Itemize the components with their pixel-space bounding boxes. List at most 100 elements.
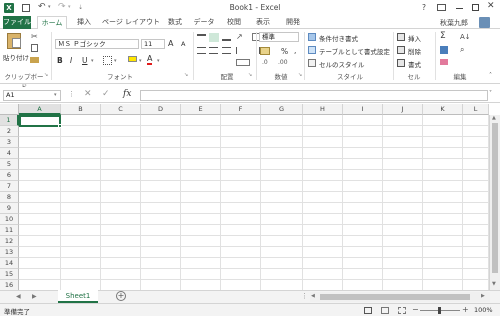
scroll-sheets-left-icon[interactable]: ◀ <box>16 293 21 300</box>
formula-input[interactable] <box>140 90 488 101</box>
column-header[interactable]: G <box>261 104 303 115</box>
delete-cells-button[interactable]: 削除 <box>408 46 421 56</box>
column-header[interactable]: H <box>303 104 343 115</box>
normal-view-icon[interactable] <box>364 307 372 314</box>
user-name[interactable]: 秋葉九郎 <box>440 18 468 28</box>
column-header[interactable]: I <box>343 104 383 115</box>
column-header[interactable]: C <box>101 104 141 115</box>
row-header[interactable]: 1 <box>0 115 19 126</box>
more-options-icon[interactable]: ⋮ <box>68 90 75 98</box>
borders-icon[interactable] <box>103 56 112 65</box>
fill-icon[interactable] <box>440 46 448 54</box>
increase-decimal-icon[interactable]: .0 <box>262 59 268 66</box>
expand-formula-bar-icon[interactable]: ˅ <box>489 90 492 97</box>
scroll-left-icon[interactable]: ◀ <box>311 293 315 299</box>
row-header[interactable]: 14 <box>0 258 19 269</box>
font-color-button[interactable]: A <box>147 54 153 65</box>
fill-color-icon[interactable] <box>128 56 137 62</box>
row-header[interactable]: 5 <box>0 159 19 170</box>
cell-styles-button[interactable]: セルのスタイル <box>319 59 365 69</box>
row-header[interactable]: 13 <box>0 247 19 258</box>
row-header[interactable]: 6 <box>0 170 19 181</box>
column-header[interactable]: D <box>141 104 181 115</box>
align-top-icon[interactable] <box>197 34 206 41</box>
clear-icon[interactable] <box>440 59 448 65</box>
comma-button[interactable]: , <box>294 46 296 55</box>
select-all-corner[interactable] <box>0 104 19 115</box>
tab-formulas[interactable]: 数式 <box>164 16 186 29</box>
percent-button[interactable]: % <box>281 47 288 56</box>
insert-function-button[interactable]: fx <box>123 89 131 99</box>
column-header[interactable]: A <box>19 104 61 115</box>
clipboard-launcher-icon[interactable]: ↘ <box>44 72 48 78</box>
maximize-icon[interactable] <box>472 4 479 11</box>
column-header[interactable]: E <box>181 104 221 115</box>
decrease-decimal-icon[interactable]: .00 <box>278 59 288 66</box>
redo-dropdown-icon[interactable]: ▾ <box>68 4 71 10</box>
shrink-font-button[interactable]: A <box>181 40 185 48</box>
autosum-icon[interactable]: Σ <box>440 31 446 41</box>
sort-filter-icon[interactable]: A↓ <box>460 33 471 41</box>
row-header[interactable]: 15 <box>0 269 19 280</box>
tab-page-layout[interactable]: ページ レイアウト <box>101 16 161 29</box>
ribbon-display-options-icon[interactable] <box>437 4 446 11</box>
row-header[interactable]: 16 <box>0 280 19 290</box>
italic-button[interactable]: I <box>70 56 72 65</box>
fill-color-dropdown-icon[interactable]: ▾ <box>139 58 142 64</box>
tab-review[interactable]: 校閲 <box>224 16 244 29</box>
cut-icon[interactable]: ✂ <box>31 32 38 41</box>
row-header[interactable]: 8 <box>0 192 19 203</box>
customize-toolbar-icon[interactable]: ⇣ <box>78 4 83 11</box>
merge-center-icon[interactable] <box>236 59 250 66</box>
row-header[interactable]: 4 <box>0 148 19 159</box>
sheet-bar-options-icon[interactable]: ⋮ <box>301 292 308 300</box>
column-header[interactable]: K <box>423 104 463 115</box>
fill-handle[interactable] <box>58 124 62 128</box>
save-icon[interactable] <box>22 4 30 12</box>
font-launcher-icon[interactable]: ↘ <box>184 72 188 78</box>
copy-icon[interactable] <box>31 44 38 52</box>
sheet-tab-sheet1[interactable]: Sheet1 <box>58 290 98 303</box>
scroll-down-icon[interactable]: ▼ <box>492 281 496 287</box>
scroll-right-icon[interactable]: ▶ <box>481 293 485 299</box>
row-header[interactable]: 11 <box>0 225 19 236</box>
bold-button[interactable]: B <box>57 56 63 65</box>
underline-button[interactable]: U <box>82 56 88 65</box>
page-break-view-icon[interactable] <box>398 307 406 314</box>
scroll-sheets-right-icon[interactable]: ▶ <box>32 293 37 300</box>
grow-font-button[interactable]: A <box>168 39 173 48</box>
align-right-icon[interactable] <box>222 47 231 54</box>
column-header[interactable]: B <box>61 104 101 115</box>
undo-icon[interactable]: ↶ <box>38 2 46 12</box>
tab-developer[interactable]: 開発 <box>283 16 303 29</box>
insert-cells-button[interactable]: 挿入 <box>408 33 421 43</box>
collapse-ribbon-icon[interactable]: ˄ <box>489 72 492 79</box>
scroll-up-icon[interactable]: ▲ <box>492 115 496 121</box>
tab-view[interactable]: 表示 <box>253 16 273 29</box>
selected-cell[interactable] <box>19 115 61 127</box>
column-header[interactable]: L <box>463 104 489 115</box>
tab-home[interactable]: ホーム <box>37 16 67 30</box>
zoom-out-icon[interactable]: − <box>412 305 419 314</box>
format-painter-icon[interactable] <box>30 57 39 63</box>
zoom-in-icon[interactable]: + <box>462 305 469 314</box>
alignment-launcher-icon[interactable]: ↘ <box>248 72 252 78</box>
row-header[interactable]: 3 <box>0 137 19 148</box>
vertical-scroll-thumb[interactable] <box>492 123 498 273</box>
row-header[interactable]: 10 <box>0 214 19 225</box>
row-header[interactable]: 9 <box>0 203 19 214</box>
column-header[interactable]: J <box>383 104 423 115</box>
format-cells-button[interactable]: 書式 <box>408 59 421 69</box>
cancel-formula-icon[interactable]: ✕ <box>84 89 92 99</box>
orientation-icon[interactable]: ↗ <box>236 32 243 41</box>
name-box[interactable]: A1 <box>3 90 61 101</box>
align-bottom-icon[interactable] <box>222 34 231 41</box>
close-icon[interactable]: ✕ <box>487 1 495 11</box>
row-header[interactable]: 12 <box>0 236 19 247</box>
redo-icon[interactable]: ↷ <box>58 2 66 12</box>
page-layout-view-icon[interactable] <box>381 307 389 314</box>
new-sheet-icon[interactable]: + <box>116 291 126 301</box>
column-header[interactable]: F <box>221 104 261 115</box>
undo-dropdown-icon[interactable]: ▾ <box>48 4 51 10</box>
name-box-dropdown-icon[interactable]: ▾ <box>54 92 57 98</box>
